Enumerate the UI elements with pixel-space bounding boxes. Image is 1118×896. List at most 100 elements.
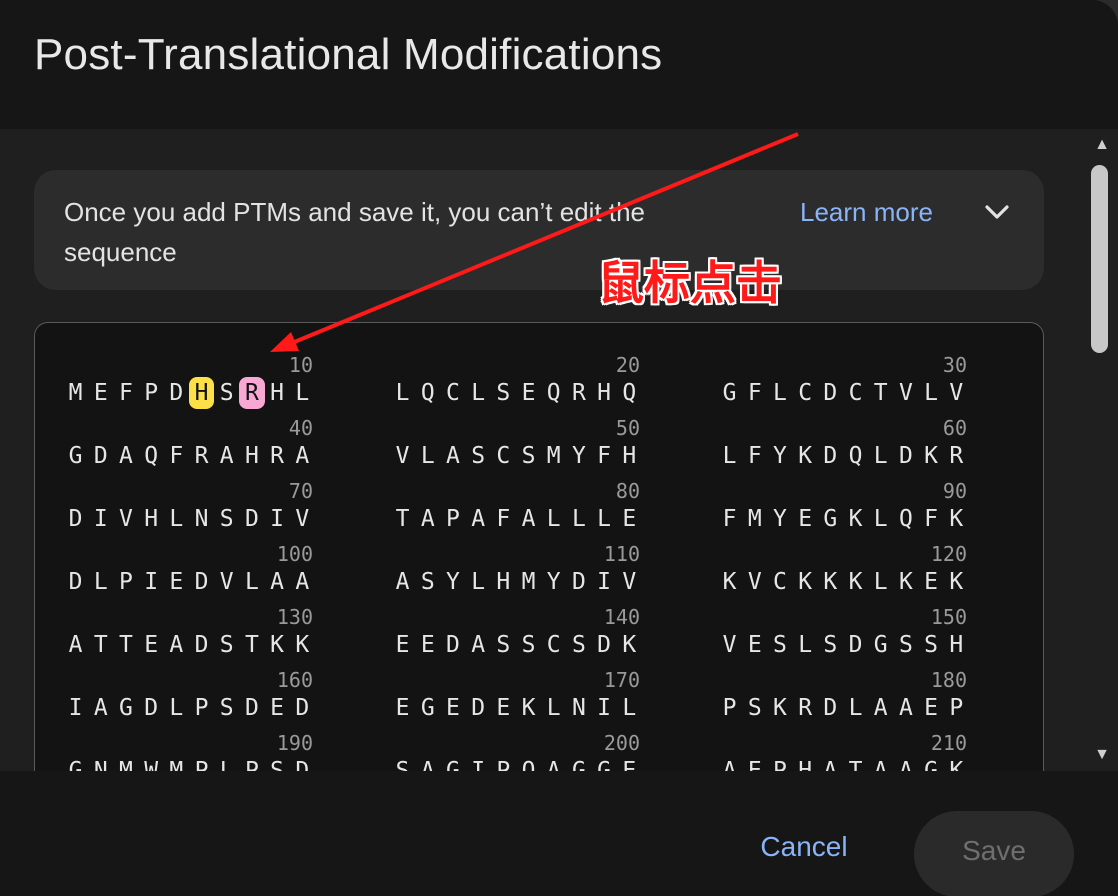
residue[interactable]: D [63, 503, 88, 535]
residue[interactable]: I [63, 692, 88, 724]
residue[interactable]: A [290, 566, 315, 598]
residue[interactable]: L [868, 440, 893, 472]
residue[interactable]: V [617, 566, 642, 598]
residue[interactable]: S [214, 377, 239, 409]
residue[interactable]: P [113, 566, 138, 598]
residue[interactable]: L [868, 503, 893, 535]
residue[interactable]: C [793, 377, 818, 409]
residue[interactable]: D [239, 692, 264, 724]
residue[interactable]: E [88, 377, 113, 409]
residue[interactable]: S [893, 629, 918, 661]
residue[interactable]: M [516, 566, 541, 598]
residue[interactable]: T [868, 377, 893, 409]
residue[interactable]: M [113, 755, 138, 771]
residue[interactable]: R [944, 440, 969, 472]
residue[interactable]: D [139, 692, 164, 724]
residue[interactable]: R [793, 692, 818, 724]
residue[interactable]: I [88, 503, 113, 535]
residue[interactable]: K [843, 566, 868, 598]
residue[interactable]: S [516, 440, 541, 472]
residue[interactable]: L [592, 503, 617, 535]
residue[interactable]: E [617, 755, 642, 771]
residue[interactable]: S [415, 566, 440, 598]
residue[interactable]: D [63, 566, 88, 598]
residue[interactable]: R [566, 377, 591, 409]
arrow-down-icon[interactable]: ▼ [1092, 745, 1112, 765]
residue[interactable]: D [440, 629, 465, 661]
residue[interactable]: V [290, 503, 315, 535]
residue[interactable]: Q [617, 377, 642, 409]
residue[interactable]: Q [843, 440, 868, 472]
residue[interactable]: K [793, 566, 818, 598]
residue[interactable]: H [617, 440, 642, 472]
residue[interactable]: L [390, 377, 415, 409]
residue[interactable]: G [63, 440, 88, 472]
residue[interactable]: P [189, 692, 214, 724]
residue[interactable]: A [868, 755, 893, 771]
residue[interactable]: N [566, 692, 591, 724]
residue[interactable]: H [491, 566, 516, 598]
learn-more-link[interactable]: Learn more [800, 192, 933, 232]
scrollbar-thumb[interactable] [1091, 165, 1108, 353]
residue[interactable]: A [868, 692, 893, 724]
residue[interactable]: L [466, 566, 491, 598]
residue[interactable]: S [767, 629, 792, 661]
residue[interactable]: I [592, 692, 617, 724]
residue[interactable]: A [290, 440, 315, 472]
residue[interactable]: S [566, 629, 591, 661]
residue[interactable]: S [214, 629, 239, 661]
residue[interactable]: A [818, 755, 843, 771]
residue[interactable]: G [113, 692, 138, 724]
residue[interactable]: E [164, 566, 189, 598]
residue[interactable]: D [893, 440, 918, 472]
residue[interactable]: S [265, 755, 290, 771]
residue[interactable]: L [239, 566, 264, 598]
residue[interactable]: V [944, 377, 969, 409]
residue[interactable]: L [767, 377, 792, 409]
residue[interactable]: F [742, 440, 767, 472]
residue[interactable]: K [793, 440, 818, 472]
residue[interactable]: H [793, 755, 818, 771]
residue[interactable]: K [944, 755, 969, 771]
residue[interactable]: K [919, 440, 944, 472]
residue[interactable]: S [491, 377, 516, 409]
residue[interactable]: F [742, 377, 767, 409]
residue[interactable]: A [541, 755, 566, 771]
residue[interactable]: W [139, 755, 164, 771]
residue[interactable]: P [239, 755, 264, 771]
residue[interactable]: D [466, 692, 491, 724]
sequence-panel[interactable]: 10 M E F P D H S R H L 20 L Q C L S E Q R H Q 30 G F L C D C T V L V 40 G D… [34, 322, 1044, 771]
residue[interactable]: L [415, 440, 440, 472]
residue[interactable]: F [113, 377, 138, 409]
residue[interactable]: H [239, 440, 264, 472]
residue[interactable]: A [516, 503, 541, 535]
residue[interactable]: G [919, 755, 944, 771]
residue[interactable]: D [290, 692, 315, 724]
residue[interactable]: I [592, 566, 617, 598]
residue[interactable]: C [843, 377, 868, 409]
residue[interactable]: P [944, 692, 969, 724]
residue[interactable]: Q [516, 755, 541, 771]
residue[interactable]: A [164, 629, 189, 661]
residue[interactable]: D [189, 629, 214, 661]
residue[interactable]: L [843, 692, 868, 724]
residue[interactable]: V [717, 629, 742, 661]
residue[interactable]: E [139, 629, 164, 661]
residue[interactable]: K [516, 692, 541, 724]
residue[interactable]: L [214, 755, 239, 771]
residue[interactable]: A [466, 629, 491, 661]
arrow-up-icon[interactable]: ▲ [1092, 135, 1112, 155]
residue[interactable]: D [239, 503, 264, 535]
residue[interactable]: C [440, 377, 465, 409]
residue[interactable]: P [440, 503, 465, 535]
residue[interactable]: D [189, 566, 214, 598]
residue[interactable]: H [592, 377, 617, 409]
residue[interactable]: S [919, 629, 944, 661]
residue[interactable]: N [189, 503, 214, 535]
residue[interactable]: A [390, 566, 415, 598]
residue[interactable]: I [139, 566, 164, 598]
residue[interactable]: Q [415, 377, 440, 409]
residue[interactable]: P [189, 755, 214, 771]
residue[interactable]: F [592, 440, 617, 472]
residue[interactable]: D [290, 755, 315, 771]
